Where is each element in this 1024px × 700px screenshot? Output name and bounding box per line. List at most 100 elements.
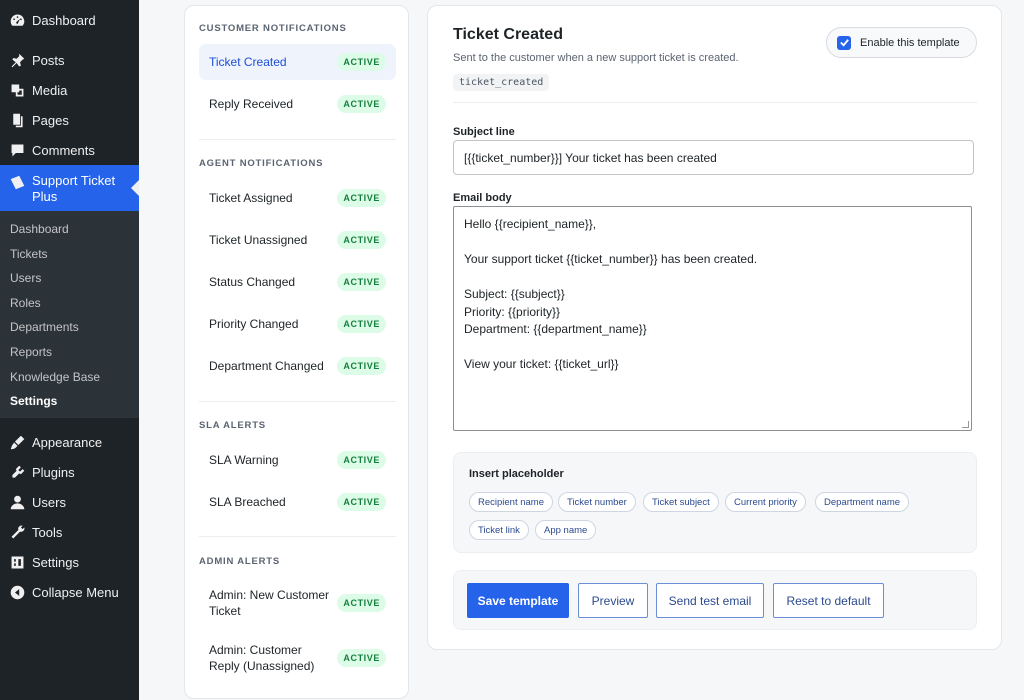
send-test-email-button[interactable]: Send test email [656,583,764,618]
submenu-roles[interactable]: Roles [0,291,139,316]
body-line: Subject: {{subject}} [464,287,565,301]
pin-icon [8,51,26,69]
placeholder-chip[interactable]: Current priority [725,492,806,512]
enable-template-label: Enable this template [860,36,960,49]
collapse-icon [8,584,26,602]
template-item-ticket-unassigned[interactable]: Ticket Unassigned ACTIVE [199,222,396,258]
checkbox-checked-icon[interactable] [837,35,851,50]
status-badge: ACTIVE [337,189,386,207]
placeholder-chip[interactable]: Ticket subject [643,492,719,512]
submenu-reports[interactable]: Reports [0,340,139,365]
body-line [464,339,961,357]
divider [199,536,396,537]
reset-to-default-button[interactable]: Reset to default [773,583,884,618]
dashboard-icon [8,11,26,29]
menu-support-ticket-plus[interactable]: Support Ticket Plus [0,165,139,211]
template-key: ticket_created [453,74,550,91]
menu-label: Users [32,495,66,511]
menu-media[interactable]: Media [0,75,139,105]
subject-label: Subject line [453,126,515,138]
menu-label: Media [32,82,68,98]
body-line [464,269,961,287]
group-title: SLA Alerts [199,420,266,431]
save-template-button[interactable]: Save template [467,583,569,618]
template-title: Ticket Created [453,26,563,43]
menu-appearance[interactable]: Appearance [0,428,139,458]
template-item-sla-breached[interactable]: SLA Breached ACTIVE [199,484,396,520]
divider [199,401,396,402]
template-label: Reply Received [209,97,294,111]
template-item-ticket-assigned[interactable]: Ticket Assigned ACTIVE [199,180,396,216]
menu-tools[interactable]: Tools [0,518,139,548]
placeholder-chip[interactable]: Ticket number [558,492,636,512]
menu-users[interactable]: Users [0,488,139,518]
placeholder-title: Insert placeholder [469,468,564,480]
enable-template-toggle[interactable]: Enable this template [826,27,977,58]
placeholder-chip[interactable]: Recipient name [469,492,554,512]
menu-settings[interactable]: Settings [0,548,139,578]
status-badge: ACTIVE [337,95,386,113]
plugin-icon [8,464,26,482]
status-badge: ACTIVE [337,594,386,612]
group-title: Admin Alerts [199,556,281,567]
subject-input[interactable] [453,140,974,175]
main-content: Customer Notifications Ticket Created AC… [139,0,1024,700]
pages-icon [8,111,26,129]
template-item-reply-received[interactable]: Reply Received ACTIVE [199,86,396,122]
template-list: Customer Notifications Ticket Created AC… [184,5,409,699]
menu-label: Pages [32,112,69,128]
menu-comments[interactable]: Comments [0,135,139,165]
template-item-admin-new-customer-ticket[interactable]: Admin: New Customer Ticket ACTIVE [199,580,396,626]
submenu-dashboard[interactable]: Dashboard [0,217,139,242]
placeholder-chip[interactable]: App name [535,520,597,540]
submenu-knowledge-base[interactable]: Knowledge Base [0,365,139,390]
resize-handle[interactable] [962,421,969,428]
status-badge: ACTIVE [337,273,386,291]
template-label: Ticket Assigned [209,191,293,205]
body-line: Department: {{department_name}} [464,322,647,336]
template-item-ticket-created[interactable]: Ticket Created ACTIVE [199,44,396,80]
status-badge: ACTIVE [337,231,386,249]
email-body-textarea[interactable]: Hello {{recipient_name}}, Your support t… [453,206,972,431]
admin-sidebar: Dashboard Posts Media Pages Comments Sup… [0,0,139,700]
template-item-admin-customer-reply[interactable]: Admin: Customer Reply (Unassigned) ACTIV… [199,635,396,681]
group-title: Agent Notifications [199,158,324,169]
body-line: Your support ticket {{ticket_number}} ha… [464,252,758,266]
placeholder-chip[interactable]: Department name [815,492,910,512]
template-label: Ticket Created [209,55,287,69]
divider [199,139,396,140]
submenu-tickets[interactable]: Tickets [0,242,139,267]
template-label: Ticket Unassigned [209,233,308,247]
template-item-department-changed[interactable]: Department Changed ACTIVE [199,348,396,384]
body-line: Hello {{recipient_name}}, [464,217,597,231]
action-bar: Save template Preview Send test email Re… [453,570,977,630]
menu-collapse[interactable]: Collapse Menu [0,578,139,608]
template-label: Department Changed [209,359,324,373]
menu-label: Dashboard [32,12,96,28]
template-item-sla-warning[interactable]: SLA Warning ACTIVE [199,442,396,478]
template-label: Admin: Customer Reply (Unassigned) [209,643,315,673]
menu-pages[interactable]: Pages [0,105,139,135]
submenu-settings[interactable]: Settings [0,389,139,414]
menu-label: Support Ticket Plus [32,173,116,204]
status-badge: ACTIVE [337,357,386,375]
submenu-departments[interactable]: Departments [0,315,139,340]
menu-posts[interactable]: Posts [0,45,139,75]
template-label: SLA Warning [209,453,279,467]
users-icon [8,494,26,512]
menu-label: Plugins [32,465,75,481]
preview-button[interactable]: Preview [578,583,648,618]
template-item-status-changed[interactable]: Status Changed ACTIVE [199,264,396,300]
menu-label: Settings [32,555,79,571]
submenu-users[interactable]: Users [0,266,139,291]
template-label: SLA Breached [209,495,286,509]
template-item-priority-changed[interactable]: Priority Changed ACTIVE [199,306,396,342]
divider [453,102,977,103]
placeholder-chip[interactable]: Ticket link [469,520,529,540]
menu-dashboard[interactable]: Dashboard [0,5,139,35]
body-line: View your ticket: {{ticket_url}} [464,357,619,371]
body-label: Email body [453,192,512,204]
menu-plugins[interactable]: Plugins [0,458,139,488]
body-line [464,234,961,252]
support-submenu: Dashboard Tickets Users Roles Department… [0,211,139,418]
